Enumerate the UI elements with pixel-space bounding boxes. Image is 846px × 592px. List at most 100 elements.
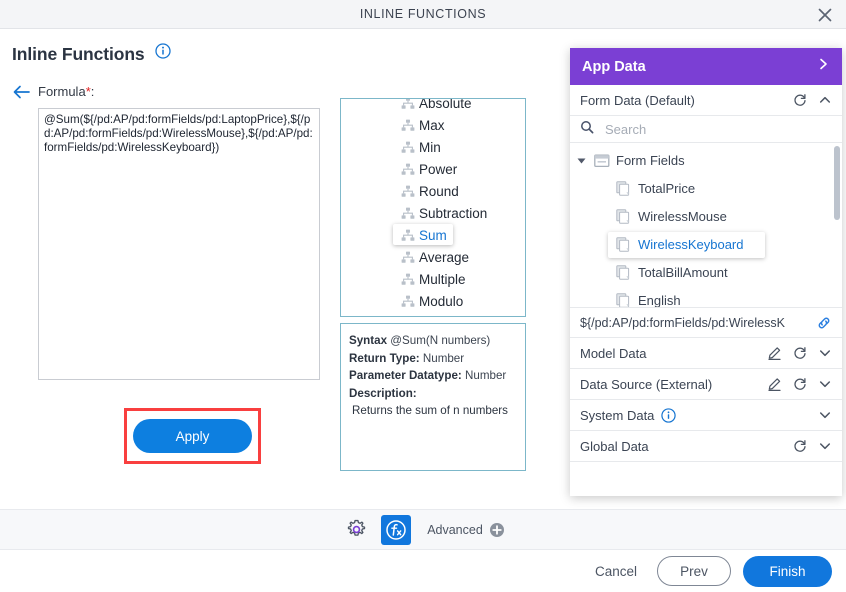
- tree-item-english[interactable]: English: [570, 287, 842, 308]
- sidebar-section-label: Global Data: [580, 438, 649, 454]
- function-item-label: Subtraction: [419, 206, 488, 221]
- sidebar-section-label: Data Source (External): [580, 376, 713, 392]
- hierarchy-icon: [401, 229, 415, 247]
- refresh-icon[interactable]: [793, 93, 807, 107]
- section-form-data[interactable]: Form Data (Default): [570, 85, 842, 116]
- chevron-up-icon[interactable]: [818, 93, 832, 107]
- function-item-average[interactable]: Average: [341, 247, 525, 269]
- prev-button[interactable]: Prev: [657, 556, 731, 586]
- refresh-icon[interactable]: [793, 346, 807, 360]
- folder-icon: [594, 154, 610, 173]
- function-item-label: Min: [419, 140, 441, 155]
- chevron-down-icon[interactable]: [818, 439, 832, 453]
- finish-button[interactable]: Finish: [743, 555, 832, 587]
- app-data-title: App Data: [582, 58, 646, 75]
- search-row[interactable]: [570, 116, 842, 143]
- function-item-round[interactable]: Round: [341, 181, 525, 203]
- gear-icon[interactable]: [341, 515, 371, 545]
- sidebar-section-label: Model Data: [580, 345, 647, 361]
- bottom-toolbar: Advanced: [0, 509, 846, 550]
- search-input[interactable]: [603, 120, 803, 138]
- info-icon[interactable]: [661, 407, 677, 423]
- plus-circle-icon[interactable]: [489, 522, 505, 538]
- function-list-panel[interactable]: Absolute Max Min Power Round Subtraction Sum Av…: [340, 98, 526, 317]
- selected-path-row[interactable]: ${/pd:AP/pd:formFields/pd:WirelessK: [570, 308, 842, 338]
- section-form-data-label: Form Data (Default): [580, 92, 695, 108]
- hierarchy-icon: [401, 119, 415, 137]
- function-item-label: Absolute: [419, 98, 472, 111]
- apply-button[interactable]: Apply: [133, 419, 252, 453]
- return-type-value: Number: [422, 351, 465, 365]
- syntax-label: Syntax: [349, 334, 388, 347]
- sidebar-section-global-data[interactable]: Global Data: [570, 431, 842, 462]
- sidebar-section-model-data[interactable]: Model Data: [570, 338, 842, 369]
- cancel-button[interactable]: Cancel: [595, 564, 637, 579]
- function-list: Absolute Max Min Power Round Subtraction Sum Av…: [341, 98, 525, 313]
- close-icon[interactable]: [812, 2, 838, 27]
- hierarchy-icon: [401, 185, 415, 203]
- tree-root-label: Form Fields: [616, 153, 685, 168]
- formula-input[interactable]: [38, 108, 320, 380]
- app-data-header[interactable]: App Data: [570, 48, 842, 85]
- search-icon: [580, 120, 594, 139]
- sidebar-section-data-source-external[interactable]: Data Source (External): [570, 369, 842, 400]
- inline-functions-dialog: INLINE FUNCTIONS Inline Functions Formul…: [0, 0, 846, 592]
- function-item-label: Average: [419, 250, 470, 265]
- info-icon[interactable]: [155, 43, 171, 64]
- dialog-footer: Cancel Prev Finish: [0, 550, 846, 592]
- tree-item-totalprice[interactable]: TotalPrice: [570, 175, 842, 203]
- refresh-icon[interactable]: [793, 439, 807, 453]
- function-item-power[interactable]: Power: [341, 159, 525, 181]
- document-icon: [616, 237, 631, 257]
- link-icon[interactable]: [816, 315, 832, 331]
- function-item-min[interactable]: Min: [341, 137, 525, 159]
- advanced-label: Advanced: [427, 522, 483, 537]
- function-item-max[interactable]: Max: [341, 115, 525, 137]
- return-type-line: Return Type: Number: [349, 350, 517, 368]
- tree-leaf-container: TotalPrice WirelessMouse WirelessKeyboard T…: [570, 175, 842, 308]
- function-item-multiple[interactable]: Multiple: [341, 269, 525, 291]
- hierarchy-icon: [401, 99, 415, 115]
- hierarchy-icon: [401, 141, 415, 159]
- hierarchy-icon: [401, 273, 415, 291]
- function-item-absolute[interactable]: Absolute: [341, 98, 525, 115]
- caret-down-icon[interactable]: [577, 158, 586, 164]
- document-icon: [616, 209, 631, 229]
- back-arrow-icon[interactable]: [12, 83, 32, 103]
- tree-item-label: WirelessKeyboard: [638, 237, 744, 252]
- page-title: Inline Functions: [12, 43, 171, 65]
- sidebar-section-system-data[interactable]: System Data: [570, 400, 842, 431]
- app-data-sidebar: App Data Form Data (Default) Search Form…: [570, 48, 842, 496]
- function-item-subtraction[interactable]: Subtraction: [341, 203, 525, 225]
- parameter-datatype-label: Parameter Datatype:: [349, 369, 462, 382]
- sidebar-sections: Model Data Data Source (External) System D…: [570, 338, 842, 462]
- return-type-label: Return Type:: [349, 351, 420, 365]
- chevron-down-icon[interactable]: [818, 377, 832, 391]
- document-icon: [616, 265, 631, 285]
- function-item-label: Modulo: [419, 294, 464, 309]
- selected-path-value: ${/pd:AP/pd:formFields/pd:WirelessK: [580, 315, 785, 330]
- tree-root-form-fields[interactable]: Form Fields: [570, 147, 842, 175]
- form-fields-tree: Form Fields TotalPrice WirelessMouse Wirel…: [570, 143, 842, 308]
- tree-item-totalbillamount[interactable]: TotalBillAmount: [570, 259, 842, 287]
- chevron-down-icon[interactable]: [818, 346, 832, 360]
- tree-item-wirelessmouse[interactable]: WirelessMouse: [570, 203, 842, 231]
- function-syntax-panel: Syntax @Sum(N numbers) Return Type: Numb…: [340, 323, 526, 471]
- formula-label-text: Formula: [38, 84, 86, 99]
- chevron-right-icon[interactable]: [816, 57, 830, 76]
- tree-item-label: WirelessMouse: [638, 209, 727, 224]
- tree-item-label: English: [638, 293, 681, 308]
- hierarchy-icon: [401, 163, 415, 181]
- description-value: Returns the sum of n numbers: [352, 404, 508, 417]
- formula-label: Formula*:: [38, 84, 94, 99]
- refresh-icon[interactable]: [793, 377, 807, 391]
- function-fx-icon[interactable]: [381, 514, 412, 545]
- tree-item-wirelesskeyboard[interactable]: WirelessKeyboard: [570, 231, 842, 259]
- pencil-icon[interactable]: [767, 346, 782, 361]
- chevron-down-icon[interactable]: [818, 408, 832, 422]
- function-item-sum[interactable]: Sum: [341, 224, 525, 247]
- function-item-modulo[interactable]: Modulo: [341, 291, 525, 313]
- pencil-icon[interactable]: [767, 377, 782, 392]
- tree-item-label: TotalBillAmount: [638, 265, 728, 280]
- hierarchy-icon: [401, 295, 415, 313]
